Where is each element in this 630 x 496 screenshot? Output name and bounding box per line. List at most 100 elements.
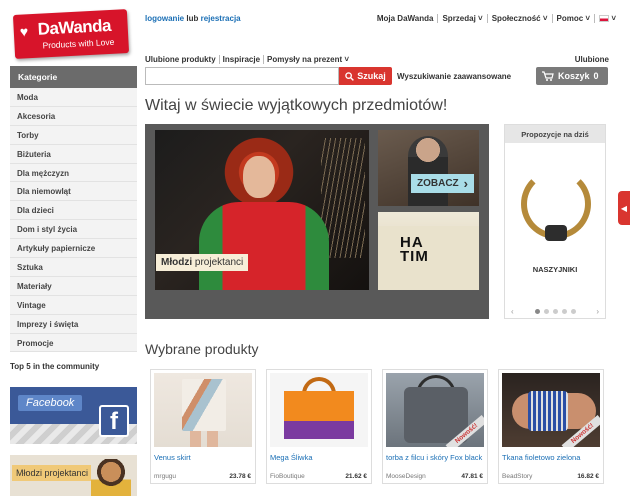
product-card[interactable]: Venus skirt mrgugu 23.78 € — [150, 369, 256, 484]
nav-help[interactable]: Pomoc ˅ — [551, 14, 595, 23]
necklace-image[interactable] — [515, 169, 597, 249]
welcome-heading: Witaj w świecie wyjątkowych przedmiotów! — [145, 97, 448, 114]
hero-side-image-bottom[interactable]: HA TIM — [378, 212, 479, 290]
proposals-carousel-nav: ‹ › — [511, 307, 599, 316]
category-promotions[interactable]: Promocje — [10, 333, 137, 353]
search-button[interactable]: Szukaj — [339, 67, 392, 85]
language-selector[interactable]: ˅ — [594, 14, 620, 23]
category-heading: Kategorie — [10, 66, 137, 88]
product-image[interactable]: Nowość! — [386, 373, 484, 447]
designer-photo — [91, 459, 131, 496]
nav-sell[interactable]: Sprzedaj ˅ — [437, 14, 486, 23]
skirt-shape — [182, 379, 226, 431]
legs-shape — [190, 431, 218, 447]
cart-count: 0 — [593, 71, 599, 81]
bracelet-shape — [528, 391, 568, 431]
caret-left-icon: ◀ — [620, 203, 628, 213]
hero-side-image-top[interactable] — [378, 130, 479, 206]
chevron-right-icon: › — [463, 175, 469, 191]
zobacz-button[interactable]: ZOBACZ › — [411, 174, 475, 193]
cart-icon — [542, 71, 554, 81]
necklace-pendant — [545, 225, 567, 241]
login-separator: lub — [186, 14, 199, 23]
product-shop[interactable]: FioBoutique — [270, 473, 305, 480]
advanced-search-link[interactable]: Wyszukiwanie zaawansowane — [397, 72, 511, 81]
category-supplies[interactable]: Materiały — [10, 276, 137, 296]
product-title[interactable]: Mega Śliwka — [270, 453, 313, 462]
facebook-banner[interactable]: Facebook f — [10, 387, 137, 444]
bag-bottom — [284, 421, 354, 439]
proposals-panel: Propozycje na dziś NASZYJNIKI ‹ › — [504, 124, 606, 319]
category-home-living[interactable]: Dom i styl życia — [10, 220, 137, 240]
login-line: logowanie lub rejestracja — [145, 14, 241, 23]
top-nav: Moja DaWanda Sprzedaj ˅ Społeczność ˅ Po… — [373, 14, 620, 23]
carousel-dot[interactable] — [534, 309, 540, 314]
nav-my-dawanda[interactable]: Moja DaWanda — [373, 14, 438, 23]
product-price: 16.82 € — [577, 473, 599, 480]
carousel-dots — [534, 309, 576, 314]
category-accessories[interactable]: Akcesoria — [10, 106, 137, 126]
model-dress — [199, 202, 329, 290]
category-art[interactable]: Sztuka — [10, 258, 137, 277]
product-image[interactable] — [154, 373, 252, 447]
feedback-tab[interactable]: ◀ — [618, 191, 630, 225]
product-list: Venus skirt mrgugu 23.78 € Mega Śliwka F… — [150, 369, 604, 484]
proposals-heading: Propozycje na dziś — [505, 125, 605, 143]
category-men[interactable]: Dla mężczyzn — [10, 163, 137, 183]
young-designers-banner[interactable]: Młodzi projektanci — [10, 455, 137, 496]
product-shop[interactable]: BeadStory — [502, 473, 532, 480]
category-stationery[interactable]: Artykuły papiernicze — [10, 239, 137, 259]
search-icon — [345, 71, 355, 81]
category-vintage[interactable]: Vintage — [10, 295, 137, 315]
favorites-link[interactable]: Ulubione — [575, 55, 609, 64]
young-designers-label: Młodzi projektanci — [12, 465, 93, 481]
category-bags[interactable]: Torby — [10, 125, 137, 145]
carousel-dot[interactable] — [561, 309, 567, 314]
login-link[interactable]: logowanie — [145, 14, 184, 23]
product-card[interactable]: Nowość! torba z filcu i skóry Fox black … — [382, 369, 488, 484]
cart-button[interactable]: Koszyk 0 — [536, 67, 608, 85]
cart-label: Koszyk — [558, 71, 590, 81]
nav-inspirations[interactable]: Inspiracje — [218, 55, 263, 64]
nav-gift-ideas[interactable]: Pomysły na prezent ˅ — [263, 55, 352, 64]
product-title[interactable]: Venus skirt — [154, 453, 191, 462]
carousel-dot[interactable] — [552, 309, 558, 314]
logo-name: DaWanda — [37, 15, 112, 39]
bag-top — [284, 391, 354, 421]
product-card[interactable]: Nowość! Tkana fioletowo zielona BeadStor… — [498, 369, 604, 484]
product-shop[interactable]: mrgugu — [154, 473, 176, 480]
flag-icon — [599, 15, 610, 23]
facebook-label: Facebook — [18, 395, 83, 411]
model-face — [243, 156, 275, 198]
proposals-item-label[interactable]: NASZYJNIKI — [505, 265, 605, 274]
category-parties[interactable]: Imprezy i święta — [10, 314, 137, 334]
product-price: 23.78 € — [229, 473, 251, 480]
nav-community[interactable]: Społeczność ˅ — [486, 14, 552, 23]
dawanda-logo[interactable]: ♥ DaWanda Products with Love — [12, 9, 130, 59]
product-card[interactable]: Mega Śliwka FioBoutique 21.62 € — [266, 369, 372, 484]
chevron-right-icon[interactable]: › — [596, 307, 599, 316]
category-sidebar: Kategorie Moda Akcesoria Torby Biżuteria… — [10, 66, 137, 353]
carousel-dot[interactable] — [543, 309, 549, 314]
category-babies[interactable]: Dla niemowląt — [10, 182, 137, 202]
search-input[interactable] — [145, 67, 339, 85]
product-price: 21.62 € — [345, 473, 367, 480]
hero-label-bold: Młodzi — [161, 257, 193, 268]
hero-banner: Młodzi projektanci HA TIM ZOBACZ › — [145, 124, 489, 319]
hero-label[interactable]: Młodzi projektanci — [156, 254, 249, 271]
product-title[interactable]: torba z filcu i skóry Fox black — [386, 453, 482, 462]
facebook-icon: f — [99, 405, 129, 437]
category-fashion[interactable]: Moda — [10, 88, 137, 107]
chevron-left-icon[interactable]: ‹ — [511, 307, 514, 316]
nav-favorite-products[interactable]: Ulubione produkty — [145, 55, 219, 64]
shirt-print-text: HA TIM — [400, 234, 429, 265]
carousel-dot[interactable] — [570, 309, 576, 314]
sub-nav: Ulubione produkty Inspiracje Pomysły na … — [145, 55, 352, 64]
category-jewelry[interactable]: Biżuteria — [10, 144, 137, 164]
product-shop[interactable]: MooseDesign — [386, 473, 426, 480]
product-title[interactable]: Tkana fioletowo zielona — [502, 453, 580, 462]
register-link[interactable]: rejestracja — [201, 14, 241, 23]
category-kids[interactable]: Dla dzieci — [10, 201, 137, 221]
product-image[interactable]: Nowość! — [502, 373, 600, 447]
product-image[interactable] — [270, 373, 368, 447]
